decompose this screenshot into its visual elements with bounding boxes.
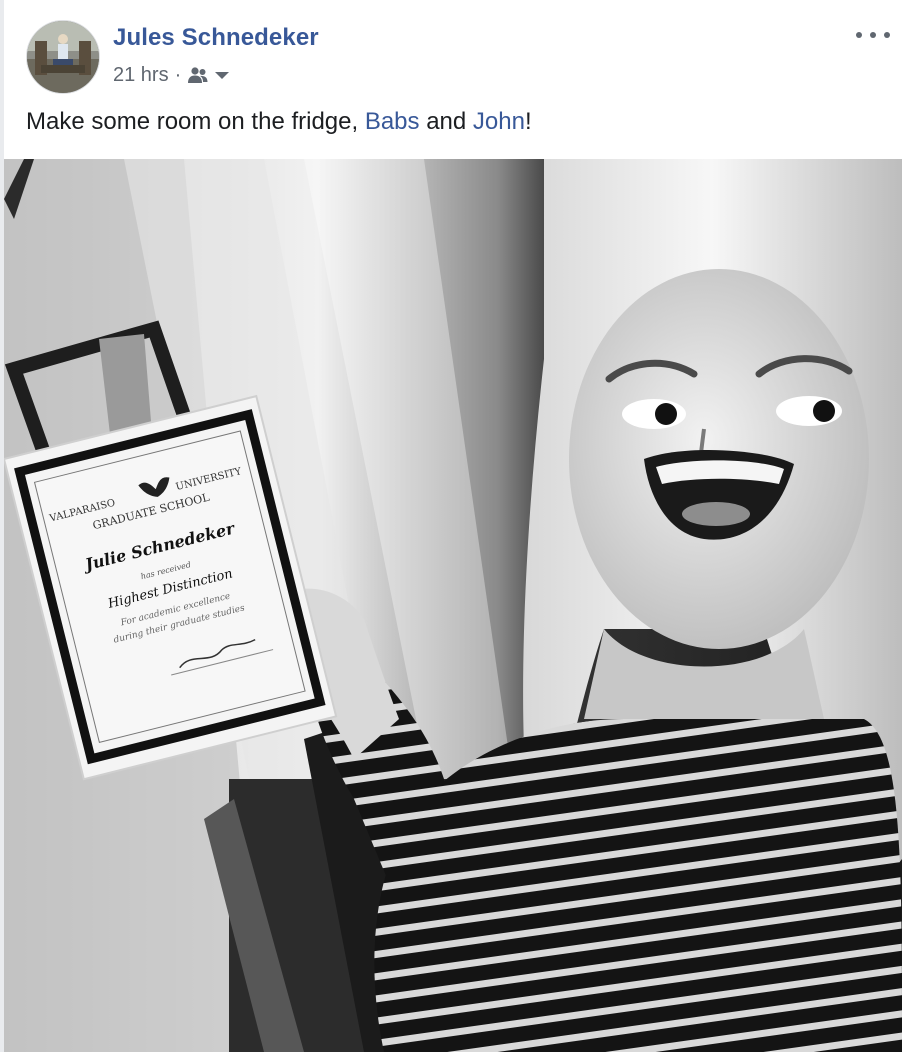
author-name-link[interactable]: Jules Schnedeker — [113, 24, 319, 52]
post-meta: 21 hrs · — [113, 62, 231, 88]
friends-icon — [188, 67, 208, 83]
photo-image: VALPARAISO UNIVERSITY GRADUATE SCHOOL Ju… — [4, 159, 902, 1052]
audience-selector[interactable] — [187, 66, 231, 84]
post-caption: Make some room on the fridge, Babs and J… — [26, 108, 532, 136]
more-options-icon[interactable] — [856, 26, 890, 44]
avatar[interactable] — [26, 20, 100, 94]
post-photo[interactable]: VALPARAISO UNIVERSITY GRADUATE SCHOOL Ju… — [4, 159, 902, 1052]
tagged-user-link[interactable]: John — [473, 108, 525, 135]
post-card: Jules Schnedeker 21 hrs · Make some room… — [0, 0, 902, 1052]
chevron-down-icon — [215, 72, 230, 79]
tagged-user-link[interactable]: Babs — [365, 108, 420, 135]
timestamp-link[interactable]: 21 hrs — [113, 64, 169, 87]
caption-text: Make some room on the fridge, — [26, 108, 365, 135]
caption-text: ! — [524, 108, 532, 135]
avatar-image — [27, 21, 99, 93]
meta-separator: · — [174, 63, 182, 86]
post-header: Jules Schnedeker 21 hrs · — [26, 18, 902, 94]
caption-text: and — [419, 108, 473, 135]
